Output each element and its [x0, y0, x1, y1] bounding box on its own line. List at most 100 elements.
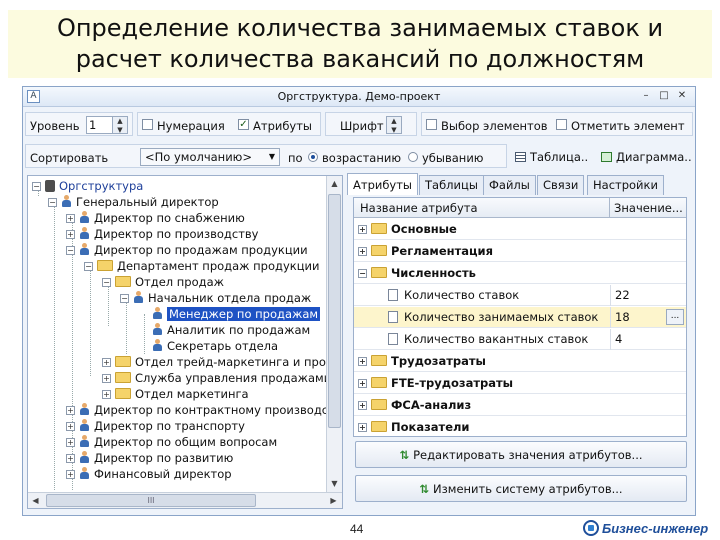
tree-node-supply-director[interactable]: + Директор по снабжению [66, 210, 245, 226]
tree-node-ceo[interactable]: − Генеральный директор [48, 194, 219, 210]
table-icon [515, 152, 526, 162]
maximize-button[interactable]: □ [657, 90, 671, 103]
col-header-name[interactable]: Название атрибута [354, 198, 610, 218]
expand-icon[interactable]: + [66, 214, 75, 223]
attr-row-positions-total[interactable]: Количество ставок 22 [354, 285, 686, 306]
table-button[interactable]: Таблица.. [515, 150, 588, 164]
attr-row-positions-vacant[interactable]: Количество вакантных ставок 4 [354, 329, 686, 350]
tab-tables[interactable]: Таблицы [419, 175, 484, 195]
attr-group-labor[interactable]: + Трудозатраты [354, 351, 686, 372]
tree-horizontal-scrollbar[interactable]: ◀ III ▶ [28, 492, 342, 508]
tree-node-sales-manager[interactable]: Менеджер по продажам [152, 306, 322, 322]
sort-by-label: по [288, 151, 303, 165]
close-button[interactable]: ✕ [675, 90, 689, 103]
attributes-label: Атрибуты [253, 119, 313, 133]
sort-desc-radio[interactable] [408, 152, 418, 162]
expand-icon[interactable]: + [102, 358, 111, 367]
tree-node-general-affairs-director[interactable]: + Директор по общим вопросам [66, 434, 277, 450]
scroll-left-icon[interactable]: ◀ [28, 493, 43, 508]
col-header-value[interactable]: Значение... [610, 198, 686, 218]
attr-group-fte[interactable]: + FTE-трудозатраты [354, 373, 686, 394]
collapse-icon[interactable]: − [102, 278, 111, 287]
attr-group-regulation[interactable]: + Регламентация [354, 241, 686, 262]
level-input[interactable]: 1 [86, 116, 114, 134]
ellipsis-button[interactable]: ... [666, 309, 684, 325]
folder-icon [371, 245, 387, 256]
sort-asc-radio[interactable] [308, 152, 318, 162]
attr-group-basic[interactable]: + Основные [354, 219, 686, 240]
tree-node-sales-director[interactable]: − Директор по продажам продукции [66, 242, 308, 258]
attr-row-positions-occupied[interactable]: Количество занимаемых ставок 18 ... [354, 307, 686, 328]
tree-node-trade-marketing[interactable]: +Отдел трейд-маркетинга и продаж [102, 354, 326, 370]
scroll-up-icon[interactable]: ▲ [327, 176, 342, 191]
attr-group-indicators[interactable]: + Показатели [354, 417, 686, 436]
expand-icon[interactable]: + [66, 422, 75, 431]
tab-links[interactable]: Связи [537, 175, 585, 195]
attr-value-positions-total[interactable]: 22 [610, 285, 630, 306]
expand-icon[interactable]: + [66, 230, 75, 239]
tree-node-contract-director[interactable]: + Директор по контрактному производству [66, 402, 326, 418]
expand-icon[interactable]: + [102, 390, 111, 399]
edit-values-icon: ⇅ [399, 448, 410, 462]
expand-icon[interactable]: + [358, 401, 367, 410]
tree-node-sales-head[interactable]: − Начальник отдела продаж [120, 290, 311, 306]
tree-node-financial-director[interactable]: + Финансовый директор [66, 466, 232, 482]
mark-element-checkbox[interactable] [556, 119, 567, 130]
tree-node-sales-unit[interactable]: − Отдел продаж [102, 274, 224, 290]
diagram-button[interactable]: Диаграмма.. [601, 150, 692, 164]
scroll-down-icon[interactable]: ▼ [327, 476, 342, 491]
expand-icon[interactable]: + [66, 454, 75, 463]
page-number: 44 [350, 522, 364, 536]
minimize-button[interactable]: – [639, 90, 653, 103]
tree-node-development-director[interactable]: + Директор по развитию [66, 450, 233, 466]
numbering-checkbox[interactable] [142, 119, 153, 130]
expand-icon[interactable]: + [66, 470, 75, 479]
select-elements-checkbox[interactable] [426, 119, 437, 130]
tree-vertical-scrollbar[interactable]: ▲ ▼ [326, 176, 342, 492]
level-spinner[interactable]: ▲ ▼ [112, 116, 128, 134]
collapse-icon[interactable]: − [84, 262, 93, 271]
folder-icon [115, 372, 131, 383]
tree-node-production-director[interactable]: + Директор по производству [66, 226, 259, 242]
collapse-icon[interactable]: − [358, 269, 367, 278]
tree-node-marketing[interactable]: + Отдел маркетинга [102, 386, 249, 402]
collapse-icon[interactable]: − [48, 198, 57, 207]
sort-dropdown[interactable]: <По умолчанию> ▼ [140, 148, 280, 166]
tree-node-transport-director[interactable]: + Директор по транспорту [66, 418, 245, 434]
tree-hscroll-thumb[interactable]: III [46, 494, 256, 507]
tree-node-sales-analyst[interactable]: Аналитик по продажам [152, 322, 310, 338]
expand-icon[interactable]: + [358, 247, 367, 256]
folder-icon [371, 223, 387, 234]
scroll-right-icon[interactable]: ▶ [326, 493, 341, 508]
expand-icon[interactable]: + [66, 406, 75, 415]
expand-icon[interactable]: + [358, 357, 367, 366]
edit-attribute-values-button[interactable]: ⇅ Редактировать значения атрибутов... [355, 441, 687, 468]
mark-element-label: Отметить элемент [571, 119, 685, 133]
change-attribute-system-button[interactable]: ⇅ Изменить систему атрибутов... [355, 475, 687, 502]
attr-group-fsa[interactable]: + ФСА-анализ [354, 395, 686, 416]
tree-node-secretary[interactable]: Секретарь отдела [152, 338, 278, 354]
expand-icon[interactable]: + [102, 374, 111, 383]
person-icon [152, 307, 163, 320]
attributes-checkbox[interactable]: ✓ [238, 119, 249, 130]
tree-node-root[interactable]: − Оргструктура [32, 178, 143, 194]
tree-vscroll-thumb[interactable] [328, 194, 341, 428]
change-system-icon: ⇅ [419, 482, 430, 496]
expand-icon[interactable]: + [358, 225, 367, 234]
attr-value-positions-vacant[interactable]: 4 [610, 329, 622, 350]
tab-settings[interactable]: Настройки [587, 175, 664, 195]
font-size-spinner[interactable]: ▲ ▼ [386, 116, 402, 134]
tab-attributes[interactable]: Атрибуты [347, 173, 419, 195]
expand-icon[interactable]: + [358, 423, 367, 432]
tree-node-sales-department[interactable]: − Департамент продаж продукции [84, 258, 320, 274]
toolbar-row-2: Сортировать <По умолчанию> ▼ по возраста… [25, 143, 693, 169]
collapse-icon[interactable]: − [120, 294, 129, 303]
expand-icon[interactable]: + [66, 438, 75, 447]
tree-node-sales-management[interactable]: + Служба управления продажами [102, 370, 326, 386]
collapse-icon[interactable]: − [32, 182, 41, 191]
collapse-icon[interactable]: − [66, 246, 75, 255]
attr-group-headcount[interactable]: − Численность [354, 263, 686, 284]
tab-files[interactable]: Файлы [483, 175, 536, 195]
expand-icon[interactable]: + [358, 379, 367, 388]
attr-value-positions-occupied[interactable]: 18 [610, 307, 630, 328]
